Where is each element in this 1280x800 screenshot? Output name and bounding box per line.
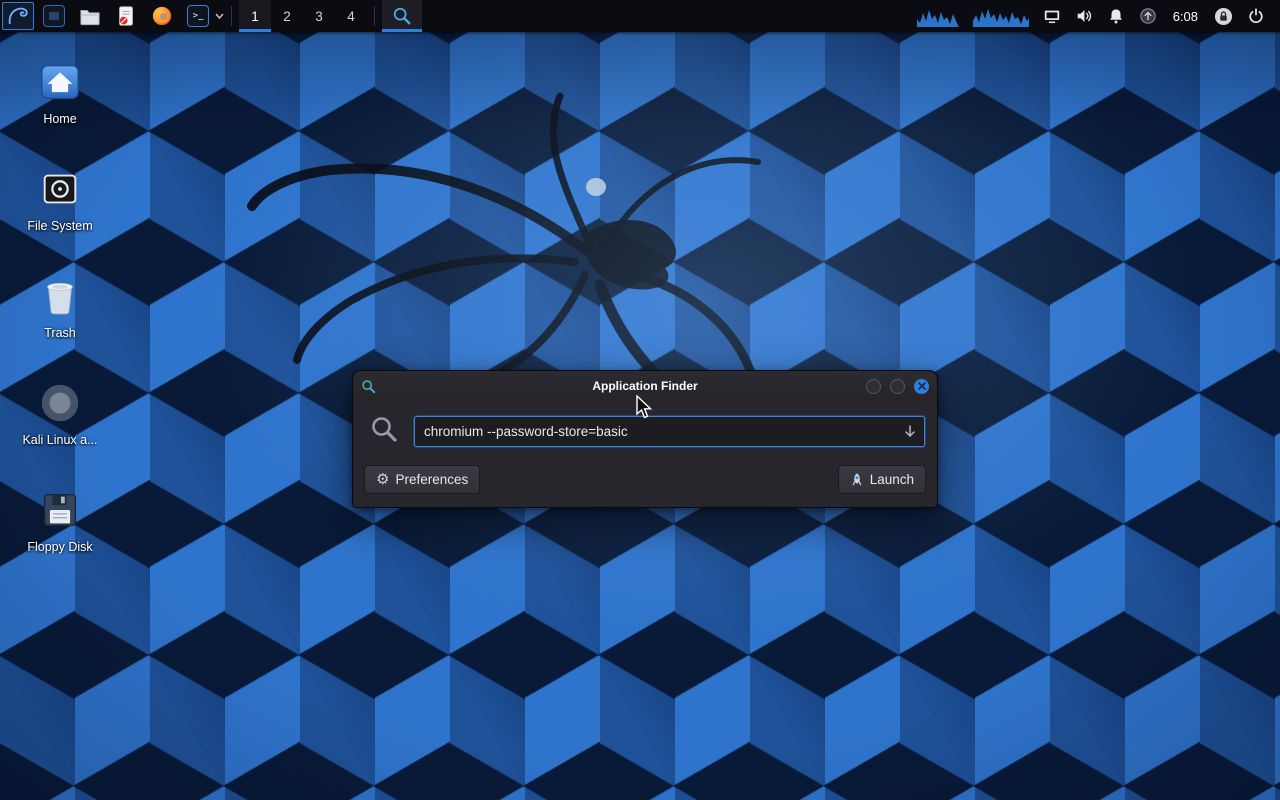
workspace-4[interactable]: 4 bbox=[335, 0, 367, 32]
desktop-icon-label: Home bbox=[43, 112, 76, 126]
notifications-bell-icon[interactable] bbox=[1100, 0, 1132, 32]
titlebar[interactable]: Application Finder bbox=[353, 371, 937, 401]
network-monitor-graph[interactable] bbox=[910, 0, 1036, 32]
workspace-2[interactable]: 2 bbox=[271, 0, 303, 32]
lock-icon[interactable] bbox=[1207, 0, 1240, 32]
launch-button[interactable]: Launch bbox=[838, 465, 926, 494]
gear-icon: ⚙ bbox=[376, 472, 389, 487]
home-folder-icon bbox=[36, 58, 84, 106]
top-panel: >_ 1 2 3 4 bbox=[0, 0, 1280, 32]
dark-app-icon[interactable] bbox=[39, 1, 69, 31]
power-icon[interactable] bbox=[1240, 0, 1272, 32]
minimize-button[interactable] bbox=[866, 379, 881, 394]
history-dropdown-icon[interactable] bbox=[902, 423, 918, 439]
desktop-icon-label: File System bbox=[27, 219, 92, 233]
panel-clock[interactable]: 6:08 bbox=[1164, 9, 1207, 24]
workspace-1[interactable]: 1 bbox=[239, 0, 271, 32]
workspace-3[interactable]: 3 bbox=[303, 0, 335, 32]
floppy-disk-icon bbox=[36, 486, 84, 534]
desktop-icon-kali-linux[interactable]: Kali Linux a... bbox=[12, 379, 108, 479]
kali-menu-icon[interactable] bbox=[2, 2, 34, 30]
preferences-button[interactable]: ⚙ Preferences bbox=[364, 465, 480, 494]
desktop-icon-floppy-disk[interactable]: Floppy Disk bbox=[12, 486, 108, 586]
trash-icon bbox=[36, 272, 84, 320]
file-system-drive-icon bbox=[36, 165, 84, 213]
panel-separator bbox=[231, 6, 232, 26]
application-finder-window-icon bbox=[361, 379, 376, 394]
text-editor-icon[interactable] bbox=[111, 1, 141, 31]
workspace-switcher: 1 2 3 4 bbox=[239, 0, 367, 32]
status-circle-icon[interactable] bbox=[1132, 0, 1164, 32]
system-tray: 6:08 bbox=[910, 0, 1280, 32]
volume-icon[interactable] bbox=[1068, 0, 1100, 32]
window-title: Application Finder bbox=[353, 379, 937, 393]
firefox-icon[interactable] bbox=[147, 1, 177, 31]
desktop-icon-home[interactable]: Home bbox=[12, 58, 108, 158]
maximize-button[interactable] bbox=[890, 379, 905, 394]
desktop-icon-label: Floppy Disk bbox=[27, 540, 92, 554]
panel-launchers: >_ bbox=[0, 0, 224, 32]
close-button[interactable] bbox=[914, 379, 929, 394]
file-manager-icon[interactable] bbox=[75, 1, 105, 31]
panel-separator bbox=[374, 6, 375, 26]
application-finder-window: Application Finder bbox=[352, 370, 938, 508]
terminal-dropdown-icon[interactable] bbox=[214, 1, 224, 31]
search-row bbox=[353, 401, 937, 456]
launch-label: Launch bbox=[870, 472, 914, 487]
desktop-icon-file-system[interactable]: File System bbox=[12, 165, 108, 265]
preferences-label: Preferences bbox=[395, 472, 468, 487]
dialog-buttons: ⚙ Preferences Launch bbox=[353, 456, 937, 507]
search-input[interactable] bbox=[414, 416, 925, 447]
display-icon[interactable] bbox=[1036, 0, 1068, 32]
desktop-icon-label: Trash bbox=[44, 326, 76, 340]
launch-icon bbox=[850, 472, 864, 487]
desktop-icon-label: Kali Linux a... bbox=[22, 433, 97, 447]
kali-docs-icon bbox=[36, 379, 84, 427]
command-entry bbox=[414, 416, 925, 447]
search-icon bbox=[369, 414, 399, 449]
terminal-icon[interactable]: >_ bbox=[183, 1, 213, 31]
taskbar-application-finder[interactable] bbox=[382, 0, 422, 32]
desktop-icon-trash[interactable]: Trash bbox=[12, 272, 108, 372]
